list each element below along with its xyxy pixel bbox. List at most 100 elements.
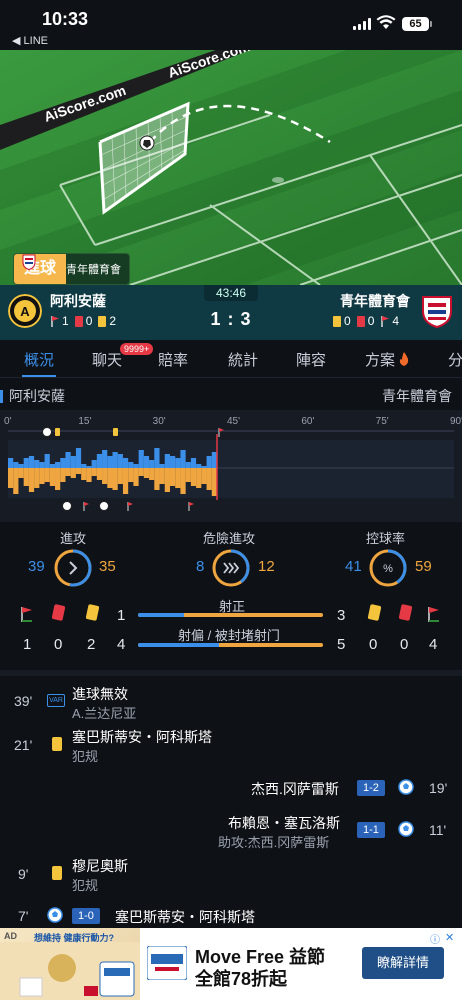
away-pressure-bar <box>154 468 160 490</box>
away-pressure-bar <box>49 468 56 486</box>
away-yellow-cards: 0 <box>344 314 351 328</box>
clock: 10:33 <box>42 9 89 29</box>
event-minute: 21' <box>14 737 33 753</box>
home-pressure-bar <box>112 452 118 468</box>
event-title[interactable]: 杰西.冈萨雷斯 <box>251 779 339 799</box>
away-pressure-bar <box>34 468 40 488</box>
tab-overview[interactable]: 概況 <box>24 349 54 370</box>
away-team-name[interactable]: 青年體育會 <box>340 291 410 311</box>
home-pressure-bar <box>122 458 129 468</box>
away-pressure-bar <box>55 468 61 490</box>
percent-icon: % <box>383 563 393 575</box>
away-pressure-bar <box>44 468 50 482</box>
away-pressure-bar <box>23 468 29 486</box>
away-pressure-bar <box>91 468 97 476</box>
tab-stats[interactable]: 統計 <box>228 349 258 370</box>
home-pressure-bar <box>185 462 191 468</box>
possession-home: 41 <box>345 558 362 575</box>
dangerous-away: 12 <box>258 558 275 575</box>
yellow-card-icon <box>98 315 107 327</box>
event-minute: 9' <box>18 866 29 882</box>
away-pressure-bar <box>211 468 217 496</box>
home-team-crest-icon[interactable]: A <box>8 294 42 328</box>
home-corners-count: 1 <box>23 636 32 653</box>
home-team-stats: 1 0 2 <box>50 314 116 328</box>
corner-flag-icon <box>51 316 59 327</box>
away-team-stats: 0 0 4 <box>333 314 399 328</box>
home-yellow-count: 2 <box>87 636 96 653</box>
away-corners: 4 <box>392 314 400 328</box>
ad-offer[interactable]: 全館78折起 <box>195 965 287 991</box>
event-minute: 7' <box>18 908 29 924</box>
status-bar: 10:33 ◀ LINE 65 <box>0 0 462 50</box>
away-pressure-bar <box>96 468 103 480</box>
scoreboard: 43:46 A 阿利安薩 1 0 2 1 : 3 青年體育會 0 0 4 <box>0 285 462 340</box>
tab-chat[interactable]: 聊天 <box>92 349 122 370</box>
home-pressure-bar <box>39 462 45 468</box>
tab-plans[interactable]: 方案 <box>365 349 410 370</box>
tab-lineup[interactable]: 陣容 <box>296 349 326 370</box>
goal-ball-icon <box>47 907 63 923</box>
ad-product-logo <box>147 946 187 980</box>
home-pressure-bar <box>107 456 113 468</box>
pitch-drawing: AiScore.com AiScore.com <box>0 50 462 285</box>
possession-ring: % <box>369 549 407 587</box>
timeline-tick-label: 60' <box>301 416 314 427</box>
timeline-tick-label: 30' <box>153 416 166 427</box>
dangerous-attack-ring <box>212 549 250 587</box>
event-title[interactable]: 布賴恩・塞瓦洛斯 <box>228 813 340 833</box>
home-pressure-bar <box>75 448 82 468</box>
home-pressure-bar <box>49 464 56 468</box>
goal-team-name: 青年體育會 <box>66 264 122 276</box>
home-pressure-bar <box>65 452 71 468</box>
ad-learn-more-button[interactable]: 瞭解詳情 <box>362 947 444 979</box>
away-pressure-bar <box>28 468 35 492</box>
svg-text:A: A <box>20 304 30 319</box>
timeline-tick-label: 45' <box>227 416 240 427</box>
tab-bar: 概況 聊天 賠率 統計 陣容 方案 分 <box>0 340 462 378</box>
event-title[interactable]: 進球無效 <box>72 684 128 704</box>
away-pressure-bar <box>107 468 113 488</box>
home-pressure-bar <box>13 462 19 468</box>
momentum-timeline: 0' 15' 30' 45' 60' 75' 90' <box>0 410 462 522</box>
home-pressure-bar <box>44 454 50 468</box>
event-player[interactable]: A.兰达尼亚 <box>72 703 136 722</box>
event-title[interactable]: 塞巴斯蒂安・阿科斯塔 <box>115 907 255 927</box>
shots-off-target-bar-fill <box>138 643 220 647</box>
ad-close-icon[interactable]: ✕ <box>445 931 454 944</box>
event-title[interactable]: 穆尼奧斯 <box>72 856 128 876</box>
home-pressure-bar <box>211 452 217 468</box>
corner-flag-icon <box>83 502 89 511</box>
event-minute: 11' <box>429 822 447 838</box>
yellow-card-icon <box>52 737 62 751</box>
home-team-name[interactable]: 阿利安薩 <box>50 291 106 311</box>
active-tab-indicator <box>22 375 56 377</box>
tab-more[interactable]: 分 <box>448 349 462 370</box>
away-pressure-bar <box>81 468 87 480</box>
goal-event-banner: 進球 青年體育會 <box>13 253 131 285</box>
away-pressure-bar <box>18 468 24 478</box>
tab-odds[interactable]: 賠率 <box>158 349 188 370</box>
ad-image[interactable]: AD 想維持 健康行動力? <box>0 928 140 1000</box>
event-minute: 39' <box>14 693 33 709</box>
home-pressure-bar <box>143 456 150 468</box>
home-pressure-bar <box>34 460 40 468</box>
away-pressure-bar <box>39 468 45 484</box>
match-clock: 43:46 <box>204 285 258 301</box>
home-team-label: 阿利安薩 <box>0 386 65 406</box>
ad-info-icon[interactable]: ⓘ <box>430 931 440 946</box>
home-pressure-bar <box>23 458 29 468</box>
ball-icon <box>99 501 109 511</box>
home-pressure-bar <box>206 456 212 468</box>
away-pressure-bar <box>86 468 92 482</box>
var-icon: VAR <box>47 694 65 707</box>
event-title[interactable]: 塞巴斯蒂安・阿科斯塔 <box>72 727 212 747</box>
yellow-card-icon <box>113 428 118 436</box>
corner-flag-icon <box>381 316 390 327</box>
event-assist[interactable]: 助攻:杰西.冈萨雷斯 <box>218 832 329 851</box>
away-team-crest-icon[interactable] <box>420 294 454 328</box>
home-pressure-bar <box>149 460 155 468</box>
back-to-line-link[interactable]: ◀ LINE <box>12 34 48 47</box>
possession-away: 59 <box>415 558 432 575</box>
yellow-card-icon <box>333 315 341 327</box>
